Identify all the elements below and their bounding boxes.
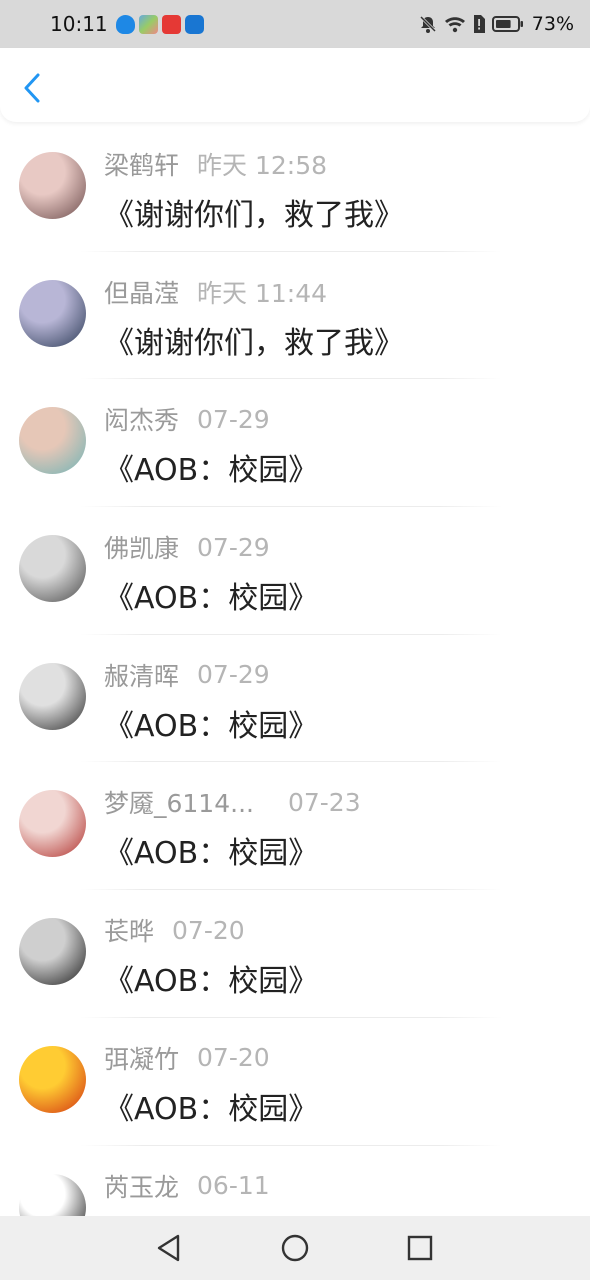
comment-meta: 苌晔 07-20 (104, 912, 245, 948)
comment-text: 《谢谢你们，救了我》 (104, 198, 404, 233)
status-bar: 10:11 73% (0, 0, 590, 48)
comment-meta: 赧清晖 07-29 (104, 657, 270, 693)
comment-text: 《谢谢你们，救了我》 (104, 325, 404, 361)
comment-time: 07-29 (197, 660, 270, 690)
status-time: 10:11 (50, 12, 108, 36)
comment-item[interactable]: 梦魇_6114... 07-23 《AOB：校园》 (0, 762, 590, 891)
comment-text: 《AOB：校园》 (104, 1091, 319, 1127)
user-name[interactable]: 佛凯康 (104, 529, 179, 565)
system-nav-bar (0, 1216, 590, 1280)
comment-meta: 但晶滢 昨天 11:44 (104, 274, 327, 310)
nav-home-button[interactable] (277, 1230, 313, 1266)
user-name[interactable]: 梁鹤轩 (104, 146, 179, 182)
user-name[interactable]: 梦魇_6114... (104, 784, 254, 820)
red-app-icon (161, 14, 181, 34)
comment-item[interactable]: 但晶滢 昨天 11:44 《谢谢你们，救了我》 (0, 252, 590, 380)
comment-meta: 弭凝竹 07-20 (104, 1040, 270, 1076)
circle-home-icon (281, 1234, 309, 1262)
wifi-icon (444, 15, 466, 33)
comment-text: 《AOB：校园》 (104, 964, 319, 1000)
avatar[interactable] (19, 407, 86, 475)
comment-text: 《AOB：校园》 (104, 708, 319, 744)
comment-item[interactable]: 芮玉龙 06-11 (0, 1146, 590, 1216)
comment-meta: 芮玉龙 06-11 (104, 1168, 270, 1204)
bulb-app-icon (184, 14, 204, 34)
battery-percentage: 73% (531, 13, 574, 35)
comment-item[interactable]: 梁鹤轩 昨天 12:58 《谢谢你们，救了我》 (0, 124, 590, 252)
triangle-back-icon (157, 1234, 180, 1262)
chevron-left-icon (24, 73, 40, 103)
comment-text: 《AOB：校园》 (104, 836, 319, 872)
comment-item[interactable]: 弭凝竹 07-20 《AOB：校园》 (0, 1018, 590, 1146)
comment-time: 昨天 11:44 (197, 278, 328, 308)
avatar[interactable] (19, 918, 86, 986)
avatar[interactable] (19, 279, 86, 347)
comment-meta: 闳杰秀 07-29 (104, 401, 270, 437)
user-name[interactable]: 闳杰秀 (104, 401, 179, 437)
bell-muted-icon (418, 14, 438, 34)
sim-alert-icon (472, 14, 486, 34)
top-app-bar (0, 48, 590, 122)
comment-time: 07-20 (197, 1043, 270, 1073)
avatar[interactable] (19, 1173, 86, 1216)
comment-item[interactable]: 苌晔 07-20 《AOB：校园》 (0, 890, 590, 1018)
comment-time: 07-23 (287, 787, 361, 817)
avatar[interactable] (19, 535, 86, 603)
nav-recents-button[interactable] (402, 1230, 438, 1266)
back-button[interactable] (14, 68, 50, 108)
comment-item[interactable]: 佛凯康 07-29 《AOB：校园》 (0, 507, 590, 635)
comment-text: 《AOB：校园》 (104, 581, 319, 617)
avatar[interactable] (19, 152, 86, 219)
comment-item[interactable]: 赧清晖 07-29 《AOB：校园》 (0, 635, 590, 763)
comment-time: 07-29 (197, 404, 270, 434)
avatar[interactable] (19, 662, 86, 730)
user-name[interactable]: 芮玉龙 (104, 1168, 179, 1204)
square-recents-icon (407, 1235, 433, 1261)
comment-item[interactable]: 闳杰秀 07-29 《AOB：校园》 (0, 379, 590, 508)
user-name[interactable]: 苌晔 (104, 912, 154, 948)
comment-meta: 佛凯康 07-29 (104, 529, 270, 565)
avatar[interactable] (19, 790, 86, 858)
photo-app-icon (138, 14, 158, 34)
user-name[interactable]: 弭凝竹 (104, 1040, 179, 1076)
comment-time: 06-11 (197, 1171, 270, 1200)
comment-meta: 梁鹤轩 昨天 12:58 (104, 146, 327, 182)
comment-list[interactable]: 梁鹤轩 昨天 12:58 《谢谢你们，救了我》 但晶滢 昨天 11:44 《谢谢你们，救了… (0, 124, 590, 1216)
comment-time: 昨天 12:58 (197, 151, 328, 180)
battery-icon (491, 15, 524, 33)
user-name[interactable]: 但晶滢 (104, 274, 179, 310)
comment-meta: 梦魇_6114... 07-23 (104, 784, 361, 820)
comment-text: 《AOB：校园》 (104, 453, 319, 489)
comment-time: 07-29 (197, 532, 270, 562)
nav-back-button[interactable] (151, 1230, 187, 1266)
comment-time: 07-20 (172, 915, 245, 945)
user-name[interactable]: 赧清晖 (104, 657, 179, 693)
status-indicators: 73% (418, 13, 574, 35)
avatar[interactable] (19, 1045, 86, 1113)
shield-app-icon (115, 14, 135, 34)
